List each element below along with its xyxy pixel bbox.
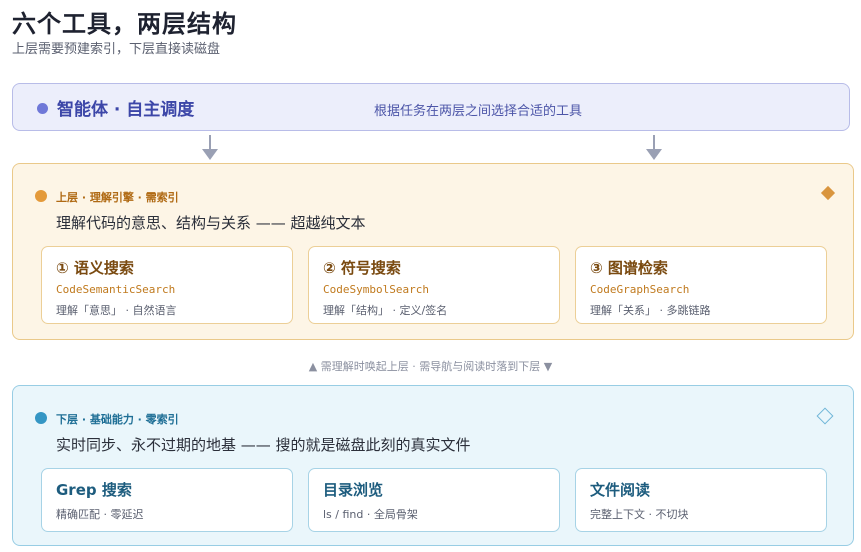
agent-name: 智能体 · 自主调度 — [57, 100, 195, 120]
tool-card-code: CodeGraphSearch — [590, 283, 690, 296]
tool-card-directory-browse[interactable]: 目录浏览 ls / find · 全局骨架 — [308, 468, 560, 532]
lower-layer-tag: 下层 · 基础能力 · 零索引 — [56, 413, 179, 426]
agent-bar: 智能体 · 自主调度 根据任务在两层之间选择合适的工具 — [12, 83, 850, 131]
agent-description: 根据任务在两层之间选择合适的工具 — [374, 104, 583, 119]
lower-diamond-outline-icon — [816, 407, 834, 425]
agent-dot-icon — [37, 103, 48, 114]
tool-card-title: ③ 图谱检索 — [590, 259, 668, 277]
tool-card-semantic-search[interactable]: ① 语义搜索 CodeSemanticSearch 理解「意思」 · 自然语言 — [41, 246, 293, 324]
tool-card-title: Grep 搜索 — [56, 481, 132, 499]
tool-card-desc: 完整上下文 · 不切块 — [590, 508, 689, 521]
upper-layer-tag: 上层 · 理解引擎 · 需索引 — [56, 191, 179, 204]
page-subtitle: 上层需要预建索引，下层直接读磁盘 — [12, 42, 221, 57]
tool-card-desc: 理解「结构」 · 定义/签名 — [323, 304, 448, 317]
tool-card-title: ① 语义搜索 — [56, 259, 134, 277]
tool-card-desc: 精确匹配 · 零延迟 — [56, 508, 144, 521]
upper-dot-icon — [35, 190, 47, 202]
tool-card-file-read[interactable]: 文件阅读 完整上下文 · 不切块 — [575, 468, 827, 532]
tool-card-title: ② 符号搜索 — [323, 259, 401, 277]
lower-layer-headline: 实时同步、永不过期的地基 —— 搜的就是磁盘此刻的真实文件 — [56, 436, 471, 454]
upper-layer-panel: 上层 · 理解引擎 · 需索引 理解代码的意思、结构与关系 —— 超越纯文本 ①… — [12, 163, 854, 340]
tool-card-grep-search[interactable]: Grep 搜索 精确匹配 · 零延迟 — [41, 468, 293, 532]
layer-transition-note: ▲ 需理解时唤起上层 · 需导航与阅读时落到下层 ▼ — [308, 360, 553, 373]
tool-card-symbol-search[interactable]: ② 符号搜索 CodeSymbolSearch 理解「结构」 · 定义/签名 — [308, 246, 560, 324]
tool-card-code: CodeSemanticSearch — [56, 283, 176, 296]
tool-card-desc: 理解「关系」 · 多跳链路 — [590, 304, 711, 317]
tool-card-code: CodeSymbolSearch — [323, 283, 429, 296]
tool-card-graph-search[interactable]: ③ 图谱检索 CodeGraphSearch 理解「关系」 · 多跳链路 — [575, 246, 827, 324]
tool-card-desc: 理解「意思」 · 自然语言 — [56, 304, 177, 317]
page-title: 六个工具，两层结构 — [12, 10, 237, 38]
tool-card-title: 目录浏览 — [323, 481, 384, 499]
upper-diamond-icon — [820, 185, 836, 201]
tool-card-desc: ls / find · 全局骨架 — [323, 508, 418, 521]
lower-layer-panel: 下层 · 基础能力 · 零索引 实时同步、永不过期的地基 —— 搜的就是磁盘此刻… — [12, 385, 854, 546]
upper-layer-headline: 理解代码的意思、结构与关系 —— 超越纯文本 — [56, 214, 366, 232]
lower-dot-icon — [35, 412, 47, 424]
tool-card-title: 文件阅读 — [590, 481, 651, 499]
